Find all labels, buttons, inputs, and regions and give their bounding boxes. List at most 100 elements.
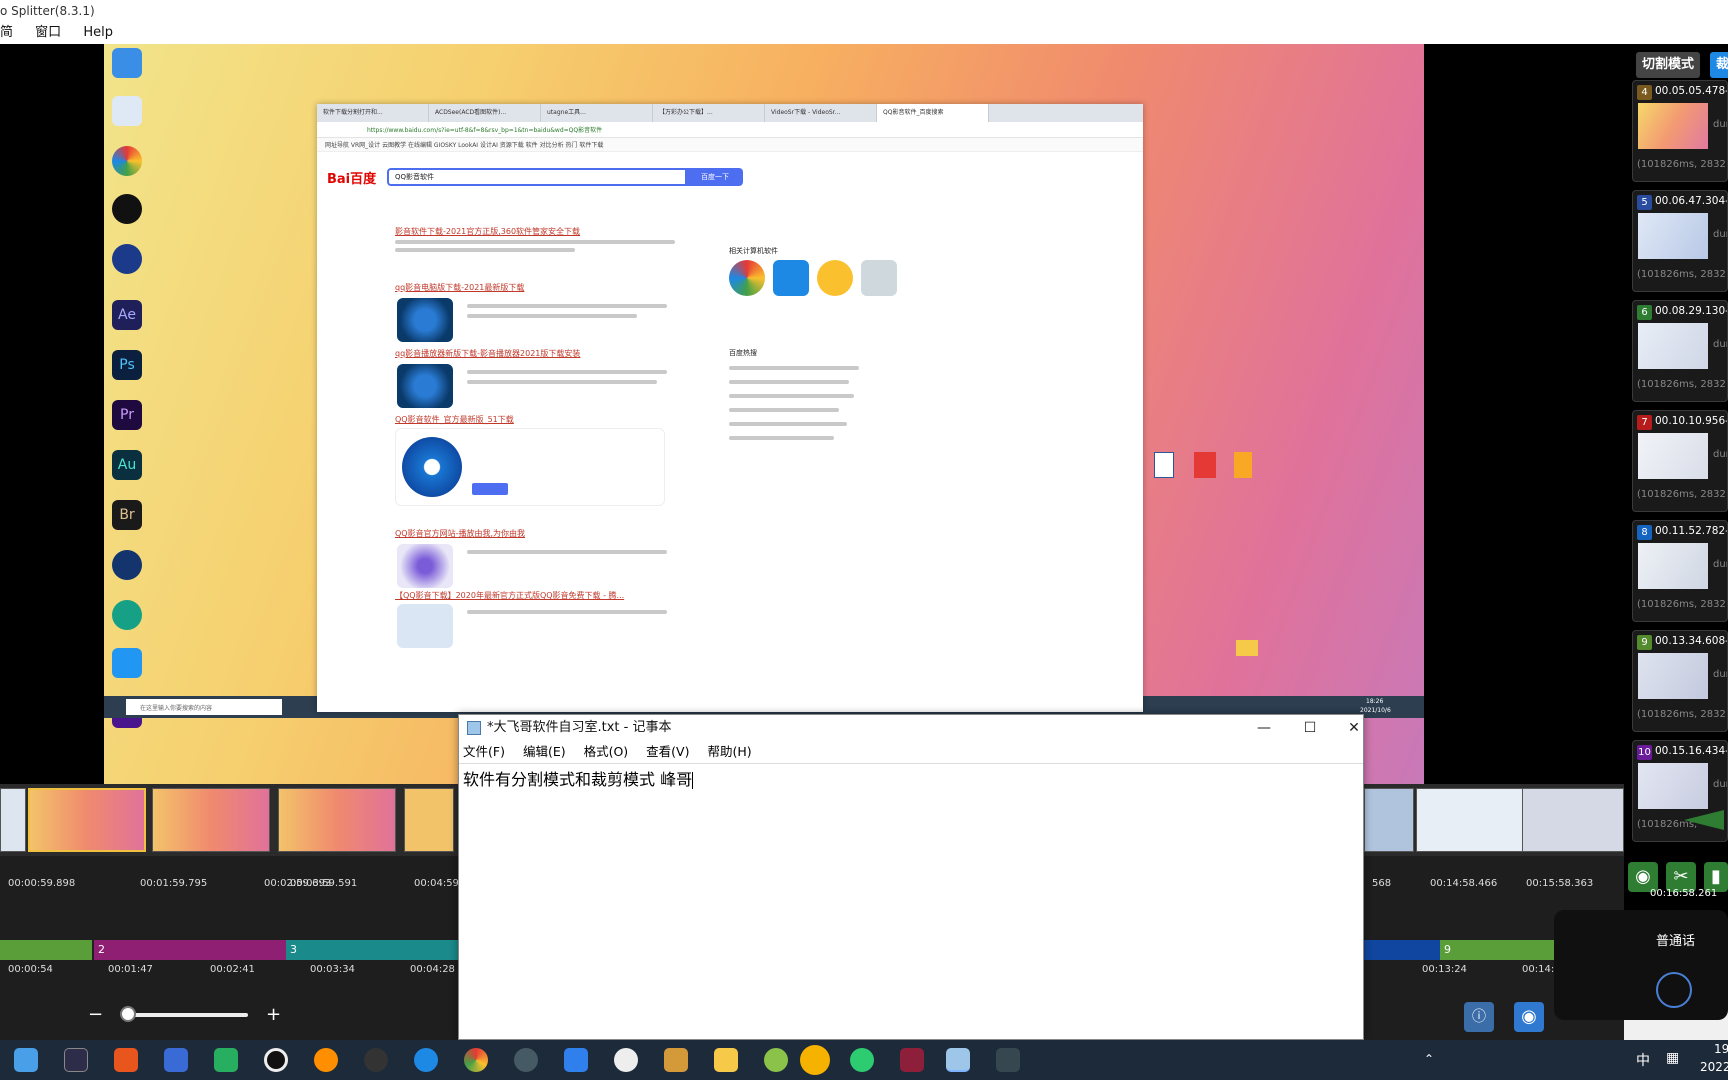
download-button[interactable] xyxy=(472,483,508,495)
result-title[interactable]: 影音软件下载-2021官方正版,360软件管家安全下载 xyxy=(395,226,580,237)
zoom-slider-handle[interactable] xyxy=(120,1006,136,1022)
clip-thumbnail xyxy=(1638,653,1708,699)
browser-tab[interactable]: ACDSee(ACD看图软件)... xyxy=(429,104,541,122)
app-icon[interactable] xyxy=(729,260,765,296)
audition-icon: Au xyxy=(112,450,142,480)
filmstrip-frame[interactable] xyxy=(0,788,26,852)
clip-item[interactable]: 600.08.29.130-00 dur (101826ms, 2832 xyxy=(1632,300,1728,402)
app-icon[interactable] xyxy=(817,260,853,296)
result-title[interactable]: qq影音播放器新版下载-影音播放器2021版下载安装 xyxy=(395,348,580,359)
app-icon-gold[interactable] xyxy=(800,1045,830,1075)
zoom-out-icon[interactable]: − xyxy=(88,1004,110,1026)
clip-item[interactable]: 800.11.52.782-00 dur (101826ms, 2832 xyxy=(1632,520,1728,622)
clip-item[interactable]: 900.13.34.608-00 dur (101826ms, 2832 xyxy=(1632,630,1728,732)
result-title[interactable]: qq影音电脑版下载-2021最新版下载 xyxy=(395,282,524,293)
info-button[interactable]: ⓘ xyxy=(1464,1002,1494,1032)
lock-app-icon[interactable] xyxy=(514,1048,538,1072)
filmstrip-frame[interactable] xyxy=(278,788,396,852)
filmstrip-frame[interactable] xyxy=(1364,788,1414,852)
notepad-titlebar: *大飞哥软件自习室.txt - 记事本 — ☐ ✕ xyxy=(459,715,1363,741)
app-icon-blue[interactable] xyxy=(164,1048,188,1072)
clip-timecode: 00.11.52.782-00 xyxy=(1655,525,1728,537)
app-icon[interactable] xyxy=(773,260,809,296)
menu-item-window[interactable]: 窗口 xyxy=(35,25,61,40)
filmstrip-frame[interactable] xyxy=(404,788,454,852)
notepad-text-area[interactable]: 软件有分割模式和裁剪模式 峰哥 xyxy=(459,763,1363,1037)
voice-input-widget[interactable]: 普通话 xyxy=(1554,910,1728,1020)
crop-mode-button[interactable]: 裁剪 xyxy=(1710,52,1728,98)
box-app-icon[interactable] xyxy=(664,1048,688,1072)
browser-tab[interactable]: 软件下载分割打开和... xyxy=(317,104,429,122)
menu-format[interactable]: 格式(O) xyxy=(584,744,629,759)
clock-date[interactable]: 2022 xyxy=(1700,1060,1728,1074)
wechat-icon[interactable] xyxy=(850,1048,874,1072)
browser-tab[interactable]: utagne工具... xyxy=(541,104,653,122)
menu-file[interactable]: 文件(F) xyxy=(463,744,505,759)
browser-tab-active[interactable]: QQ影音软件_百度搜索 xyxy=(877,104,989,122)
app-icon-blue2[interactable] xyxy=(564,1048,588,1072)
filmstrip-frame[interactable] xyxy=(152,788,270,852)
clip-item[interactable]: 700.10.10.956-00 dur (101826ms, 2832 xyxy=(1632,410,1728,512)
menu-item-help[interactable]: Help xyxy=(83,25,113,40)
app-icon-orange[interactable] xyxy=(114,1048,138,1072)
chrome-icon[interactable] xyxy=(464,1048,488,1072)
clock-time[interactable]: 19 xyxy=(1714,1042,1728,1056)
browser-tab[interactable]: VideoSr下载 - VideoSr... xyxy=(765,104,877,122)
file-explorer-icon[interactable] xyxy=(714,1048,738,1072)
ime-indicator[interactable]: 中 xyxy=(1636,1050,1650,1070)
zoom-in-icon[interactable]: + xyxy=(266,1004,288,1026)
tick-label: 00:00:59.898 xyxy=(8,878,76,889)
obs-icon[interactable] xyxy=(364,1048,388,1072)
calendar-icon[interactable]: ▦ xyxy=(1666,1050,1679,1066)
clip-item[interactable]: 400.05.05.478-00 dur (101826ms, 2832 xyxy=(1632,80,1728,182)
bookmarks-bar[interactable]: 网址导航 VR网_设计 云图教学 在线编辑 GIOSKY LookAI 设计AI… xyxy=(317,138,1143,152)
tray-up-icon[interactable]: ⌃ xyxy=(1424,1052,1434,1066)
notepad-menu: 文件(F) 编辑(E) 格式(O) 查看(V) 帮助(H) xyxy=(459,741,1363,763)
microphone-icon[interactable] xyxy=(1656,972,1692,1008)
menu-help[interactable]: 帮助(H) xyxy=(707,744,751,759)
panda-icon[interactable] xyxy=(614,1048,638,1072)
related-software-title: 相关计算机软件 xyxy=(729,247,778,255)
result-title[interactable]: QQ影音官方网站-播放由我,为你由我 xyxy=(395,528,525,539)
browser-tab[interactable]: 【万彩办公下载】... xyxy=(653,104,765,122)
start-icon[interactable] xyxy=(14,1048,38,1072)
maximize-button[interactable]: ☐ xyxy=(1287,715,1333,741)
app-icon-tools[interactable] xyxy=(996,1048,1020,1072)
clip-item[interactable]: 500.06.47.304-00 dur (101826ms, 2832 xyxy=(1632,190,1728,292)
app-k-icon[interactable] xyxy=(64,1048,88,1072)
search-app-icon[interactable] xyxy=(314,1048,338,1072)
filmstrip-frame[interactable] xyxy=(1522,788,1624,852)
minimize-button[interactable]: — xyxy=(1241,715,1287,741)
segment[interactable] xyxy=(1364,940,1440,960)
result-snippet xyxy=(395,240,675,244)
browser-tabs: 软件下载分割打开和... ACDSee(ACD看图软件)... utagne工具… xyxy=(317,104,1143,122)
filmstrip-frame[interactable] xyxy=(28,788,146,852)
playhead-arrow-icon[interactable] xyxy=(1684,810,1724,830)
app-icon-translate[interactable] xyxy=(414,1048,438,1072)
result-title[interactable]: 【QQ影音下载】2020年最新官方正式版QQ影音免费下载 - 腾... xyxy=(395,590,624,601)
menu-view[interactable]: 查看(V) xyxy=(646,744,689,759)
camera-button[interactable]: ◉ xyxy=(1514,1002,1544,1032)
segment[interactable] xyxy=(0,940,92,960)
menu-item-view[interactable]: 简 xyxy=(0,25,13,40)
close-button[interactable]: ✕ xyxy=(1331,715,1377,741)
zoom-slider[interactable] xyxy=(126,1013,248,1017)
record-icon[interactable] xyxy=(264,1048,288,1072)
app-icon[interactable] xyxy=(861,260,897,296)
segment[interactable]: 3 xyxy=(286,940,458,960)
baidu-search-button[interactable]: 百度一下 xyxy=(687,168,743,186)
address-bar[interactable]: https://www.baidu.com/s?ie=utf-8&f=8&rsv… xyxy=(317,122,1143,138)
menu-edit[interactable]: 编辑(E) xyxy=(523,744,566,759)
filmstrip-frame[interactable] xyxy=(1416,788,1534,852)
notepad-taskbar-icon[interactable] xyxy=(946,1048,970,1072)
baidu-search-input[interactable]: QQ影音软件 xyxy=(387,168,687,186)
clip-timecode: 00.05.05.478-00 xyxy=(1655,85,1728,97)
app-icon-green[interactable] xyxy=(764,1048,788,1072)
result-snippet xyxy=(467,314,637,318)
winrar-icon[interactable] xyxy=(900,1048,924,1072)
app-icon-send[interactable] xyxy=(214,1048,238,1072)
split-mode-button[interactable]: 切割模式 xyxy=(1636,52,1701,78)
segment[interactable]: 2 xyxy=(94,940,286,960)
result-title[interactable]: QQ影音软件_官方最新版_51下载 xyxy=(395,414,514,425)
clip-duration-label: dur xyxy=(1713,559,1727,570)
